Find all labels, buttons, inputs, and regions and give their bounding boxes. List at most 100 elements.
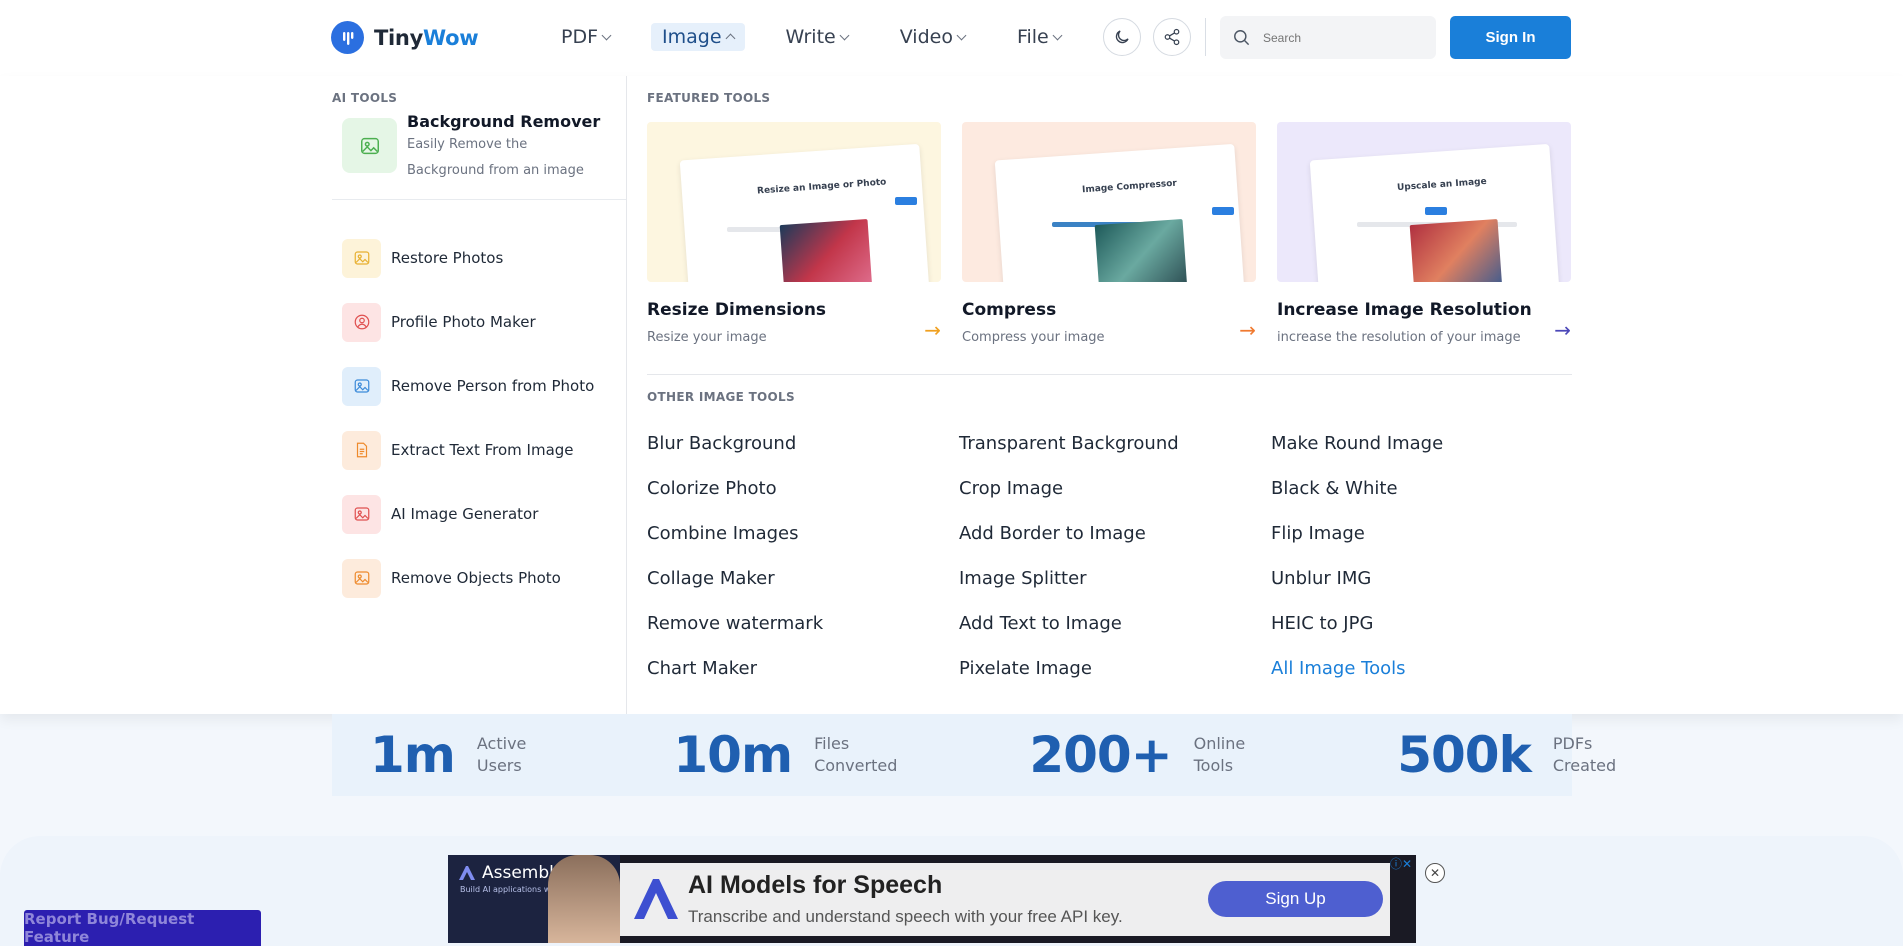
arrow-right-icon: → [1554,317,1571,342]
tool-flip-image[interactable]: Flip Image [1271,521,1583,547]
ad-signup-button[interactable]: Sign Up [1208,881,1383,917]
featured-tools-title: FEATURED TOOLS [647,91,771,105]
chevron-down-icon [839,30,850,40]
tool-collage-maker[interactable]: Collage Maker [647,566,959,592]
tool-unblur-img[interactable]: Unblur IMG [1271,566,1583,592]
featured-ai-desc-1: Easily Remove the [407,137,528,152]
featured-card-resize[interactable]: Resize an Image or Photo Resize Dimensio… [647,122,941,345]
search-box[interactable] [1220,16,1436,59]
ad-content: AI Models for Speech Transcribe and unde… [620,863,1390,936]
all-image-tools-link[interactable]: All Image Tools [1271,656,1583,682]
tool-black-white[interactable]: Black & White [1271,476,1583,502]
search-input[interactable] [1263,30,1413,45]
stat-online-tools: 200+ Online Tools [1029,726,1246,784]
site-header: TinyWow PDF Image Write Video File Sign … [0,0,1903,76]
section-divider [647,374,1572,375]
featured-ai-desc-2: Background from an image [407,163,584,178]
menu-column-divider [626,76,627,714]
featured-card-upscale[interactable]: Upscale an Image Increase Image Resoluti… [1277,122,1571,345]
tool-image-splitter[interactable]: Image Splitter [959,566,1271,592]
arrow-right-icon: → [924,317,941,342]
nav-file[interactable]: File [1006,23,1072,51]
ai-item-profile-photo-maker[interactable]: Profile Photo Maker [342,290,594,354]
document-icon [342,430,381,470]
report-bug-button[interactable]: Report Bug/Request Feature [24,910,261,946]
resize-title: Resize Dimensions [647,300,827,320]
tool-crop-image[interactable]: Crop Image [959,476,1271,502]
ad-title: AI Models for Speech [688,871,943,899]
ad-banner[interactable]: AssemblyAI Build AI applications with vo… [448,855,1416,943]
resize-thumbnail: Resize an Image or Photo [647,122,941,282]
ad-person-image [548,855,620,943]
ai-item-restore-photos[interactable]: Restore Photos [342,226,594,290]
featured-cards: Resize an Image or Photo Resize Dimensio… [647,122,1571,345]
compress-title: Compress [962,300,1057,320]
chevron-up-icon [725,33,735,44]
ai-tools-title: AI TOOLS [332,91,398,105]
image-icon [342,118,397,173]
logo[interactable]: TinyWow [331,21,479,54]
ad-desc: Transcribe and understand speech with yo… [688,907,1123,926]
sign-in-button[interactable]: Sign In [1450,16,1571,59]
theme-toggle-button[interactable] [1103,18,1141,56]
image-icon [342,238,381,278]
search-icon [1234,30,1250,46]
user-circle-icon [342,302,381,342]
nav-video[interactable]: Video [889,23,976,51]
ai-item-remove-objects[interactable]: Remove Objects Photo [342,546,594,610]
header-divider [1205,18,1206,56]
arrow-right-icon: → [1239,317,1256,342]
chevron-down-icon [956,30,967,40]
ai-item-ai-image-generator[interactable]: AI Image Generator [342,482,594,546]
tool-make-round-image[interactable]: Make Round Image [1271,431,1583,457]
tool-pixelate-image[interactable]: Pixelate Image [959,656,1271,682]
upscale-thumbnail: Upscale an Image [1277,122,1571,282]
logo-text: TinyWow [374,25,479,50]
tool-combine-images[interactable]: Combine Images [647,521,959,547]
upscale-desc: increase the resolution of your image [1277,330,1521,345]
ai-tools-list: Restore Photos Profile Photo Maker Remov… [342,226,594,610]
stat-active-users: 1m Active Users [370,726,527,784]
ad-creative: AssemblyAI Build AI applications with vo… [448,855,620,943]
image-icon [342,366,381,406]
assemblyai-logo-icon [634,879,678,919]
other-tools-title: OTHER IMAGE TOOLS [647,390,795,404]
tool-colorize-photo[interactable]: Colorize Photo [647,476,959,502]
compress-desc: Compress your image [962,330,1105,345]
share-icon [1164,28,1180,46]
ai-item-extract-text[interactable]: Extract Text From Image [342,418,594,482]
stat-files-converted: 10m Files Converted [673,726,898,784]
stat-pdfs-created: 500k PDFs Created [1397,726,1617,784]
tool-blur-background[interactable]: Blur Background [647,431,959,457]
compress-thumbnail: Image Compressor [962,122,1256,282]
tool-chart-maker[interactable]: Chart Maker [647,656,959,682]
stats-band: 1m Active Users 10m Files Converted 200+ O… [332,714,1616,796]
upscale-title: Increase Image Resolution [1277,300,1532,320]
image-icon [342,558,381,598]
resize-desc: Resize your image [647,330,767,345]
ai-item-remove-person[interactable]: Remove Person from Photo [342,354,594,418]
ad-info-icon[interactable]: ⓘ✕ [1390,855,1412,872]
tool-remove-watermark[interactable]: Remove watermark [647,611,959,637]
tool-add-text[interactable]: Add Text to Image [959,611,1271,637]
chevron-down-icon [1052,30,1063,40]
moon-icon [1115,30,1129,44]
main-nav: PDF Image Write Video File [550,23,1072,51]
other-tools-grid: Blur Background Transparent Background M… [647,431,1583,682]
tool-heic-to-jpg[interactable]: HEIC to JPG [1271,611,1583,637]
featured-ai-title: Background Remover [407,112,601,131]
featured-ai-background-remover[interactable]: Background Remover Easily Remove the Bac… [332,110,626,200]
nav-image[interactable]: Image [651,23,745,51]
featured-card-compress[interactable]: Image Compressor Compress Compress your … [962,122,1256,345]
image-mega-menu: AI TOOLS Background Remover Easily Remov… [0,76,1903,714]
tool-transparent-background[interactable]: Transparent Background [959,431,1271,457]
close-icon[interactable]: ✕ [1425,863,1445,883]
assemblyai-logo-icon [459,866,475,880]
nav-write[interactable]: Write [775,23,859,51]
share-button[interactable] [1153,18,1191,56]
image-icon [342,494,381,534]
tool-add-border[interactable]: Add Border to Image [959,521,1271,547]
nav-pdf[interactable]: PDF [550,23,621,51]
chevron-down-icon [601,30,612,40]
logo-mark-icon [331,21,364,54]
